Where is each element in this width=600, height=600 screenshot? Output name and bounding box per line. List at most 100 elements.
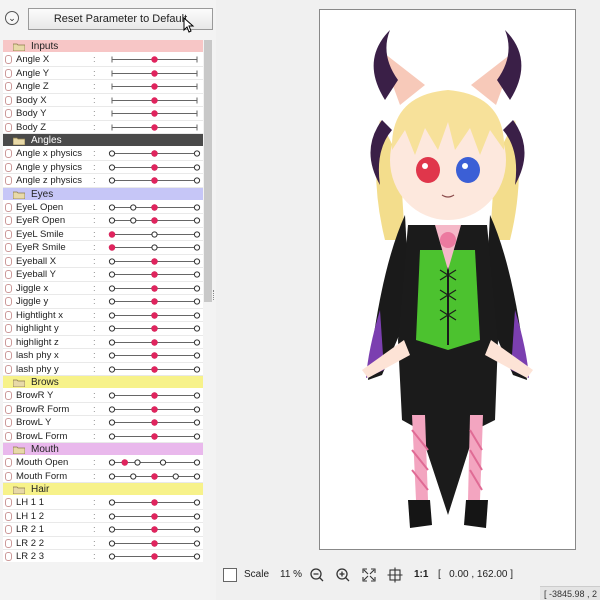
parameter-slider[interactable] [108, 510, 202, 523]
group-header-brows[interactable]: Brows [3, 376, 203, 389]
parameter-slider[interactable] [108, 523, 202, 536]
parameter-row[interactable]: Body Z: [3, 120, 203, 134]
link-icon[interactable] [5, 498, 12, 507]
parameter-row[interactable]: Eyeball X: [3, 254, 203, 268]
link-icon[interactable] [5, 283, 12, 293]
link-icon[interactable] [5, 525, 12, 534]
parameter-slider[interactable] [108, 174, 202, 187]
parameter-row[interactable]: Angle x physics: [3, 147, 203, 161]
link-icon[interactable] [5, 202, 12, 212]
parameter-slider[interactable] [108, 550, 202, 562]
parameter-slider[interactable] [108, 161, 202, 174]
parameter-slider[interactable] [108, 255, 202, 268]
parameter-slider[interactable] [108, 470, 202, 483]
fit-screen-icon[interactable] [361, 567, 377, 583]
parameter-slider[interactable] [108, 214, 202, 227]
parameter-row[interactable]: Hightlight x: [3, 308, 203, 322]
group-header-mouth[interactable]: Mouth [3, 443, 203, 456]
parameter-row[interactable]: Body Y: [3, 107, 203, 121]
link-icon[interactable] [5, 310, 12, 320]
parameter-slider[interactable] [108, 322, 202, 335]
parameter-slider[interactable] [108, 295, 202, 308]
actual-size-button[interactable]: 1:1 [414, 568, 428, 582]
parameter-row[interactable]: BrowL Form: [3, 429, 203, 443]
parameter-row[interactable]: Body X: [3, 93, 203, 107]
link-icon[interactable] [5, 511, 12, 521]
panel-scrollbar[interactable] [204, 40, 212, 302]
link-icon[interactable] [5, 243, 12, 252]
parameter-slider[interactable] [108, 107, 202, 120]
parameter-row[interactable]: Angle Z: [3, 80, 203, 94]
parameter-slider[interactable] [108, 121, 202, 134]
collapse-panel-button[interactable]: ⌄ [5, 11, 19, 25]
parameter-row[interactable]: EyeL Smile: [3, 227, 203, 241]
link-icon[interactable] [5, 351, 12, 360]
parameter-row[interactable]: LR 2 1: [3, 523, 203, 537]
parameter-slider[interactable] [108, 363, 202, 376]
parameter-row[interactable]: lash phy y: [3, 362, 203, 376]
parameter-slider[interactable] [108, 201, 202, 214]
parameter-row[interactable]: EyeR Open: [3, 214, 203, 228]
link-icon[interactable] [5, 337, 12, 347]
parameter-row[interactable]: Mouth Open: [3, 456, 203, 470]
link-icon[interactable] [5, 68, 12, 78]
link-icon[interactable] [5, 149, 12, 158]
parameter-row[interactable]: LR 2 2: [3, 536, 203, 550]
parameter-row[interactable]: Angle X: [3, 53, 203, 67]
link-icon[interactable] [5, 270, 12, 279]
link-icon[interactable] [5, 256, 12, 266]
link-icon[interactable] [5, 229, 12, 239]
link-icon[interactable] [5, 404, 12, 414]
crosshair-icon[interactable] [387, 567, 403, 583]
link-icon[interactable] [5, 162, 12, 172]
link-icon[interactable] [5, 552, 12, 561]
group-header-eyes[interactable]: Eyes [3, 187, 203, 201]
parameter-row[interactable]: BrowR Form: [3, 402, 203, 416]
parameter-slider[interactable] [108, 416, 202, 429]
parameter-row[interactable]: lash phy x: [3, 349, 203, 363]
group-header-hair[interactable]: Hair [3, 483, 203, 496]
parameter-row[interactable]: highlight z: [3, 335, 203, 349]
zoom-out-icon[interactable] [309, 567, 325, 583]
parameter-row[interactable]: Jiggle y: [3, 295, 203, 309]
parameter-row[interactable]: EyeR Smile: [3, 241, 203, 255]
parameter-row[interactable]: BrowR Y: [3, 389, 203, 403]
parameter-slider[interactable] [108, 430, 202, 443]
link-icon[interactable] [5, 176, 12, 185]
parameter-row[interactable]: Eyeball Y: [3, 268, 203, 282]
link-icon[interactable] [5, 538, 12, 548]
parameter-slider[interactable] [108, 53, 202, 66]
link-icon[interactable] [5, 109, 12, 118]
link-icon[interactable] [5, 55, 12, 64]
group-header-inputs[interactable]: Inputs [3, 40, 203, 53]
parameter-slider[interactable] [108, 537, 202, 550]
panel-resize-grip[interactable] [213, 290, 217, 300]
link-icon[interactable] [5, 471, 12, 481]
parameter-slider[interactable] [108, 147, 202, 160]
link-icon[interactable] [5, 122, 12, 132]
parameter-slider[interactable] [108, 67, 202, 80]
link-icon[interactable] [5, 364, 12, 374]
parameter-slider[interactable] [108, 309, 202, 322]
link-icon[interactable] [5, 391, 12, 400]
zoom-in-icon[interactable] [335, 567, 351, 583]
link-icon[interactable] [5, 297, 12, 306]
link-icon[interactable] [5, 216, 12, 225]
parameter-row[interactable]: highlight y: [3, 322, 203, 336]
parameter-slider[interactable] [108, 349, 202, 362]
parameter-slider[interactable] [108, 496, 202, 509]
link-icon[interactable] [5, 431, 12, 441]
parameter-row[interactable]: EyeL Open: [3, 200, 203, 214]
link-icon[interactable] [5, 82, 12, 91]
parameter-slider[interactable] [108, 336, 202, 349]
parameter-row[interactable]: Jiggle x: [3, 281, 203, 295]
link-icon[interactable] [5, 324, 12, 333]
parameter-row[interactable]: Angle Y: [3, 66, 203, 80]
group-header-angles[interactable]: Angles [3, 134, 203, 147]
parameter-row[interactable]: LR 2 3: [3, 550, 203, 562]
parameter-slider[interactable] [108, 228, 202, 241]
parameter-slider[interactable] [108, 456, 202, 469]
parameter-row[interactable]: BrowL Y: [3, 416, 203, 430]
parameter-slider[interactable] [108, 80, 202, 93]
link-icon[interactable] [5, 95, 12, 105]
